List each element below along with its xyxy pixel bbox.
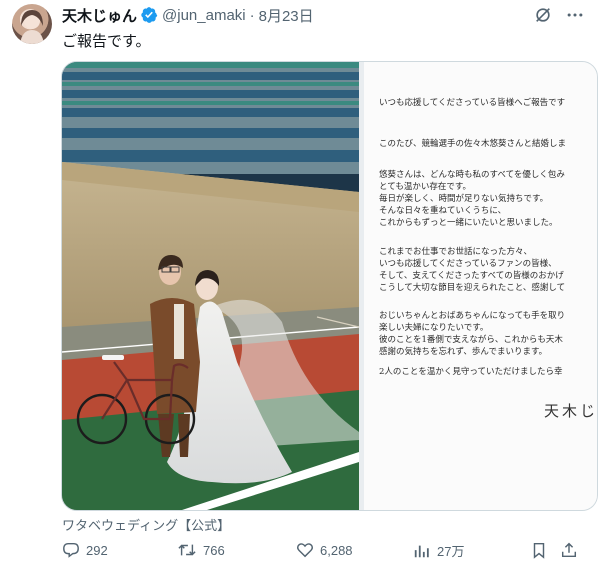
letter-line: こうして大切な節目を迎えられたこと、感謝して	[379, 283, 566, 293]
verified-badge-icon	[141, 7, 158, 23]
repost-count: 766	[203, 542, 225, 558]
bookmark-icon	[533, 542, 545, 559]
letter-line: おじいちゃんとおばあちゃんになっても手を取り	[379, 311, 566, 321]
repost-button[interactable]: 766	[177, 541, 225, 559]
handle[interactable]: @jun_amaki	[162, 7, 246, 24]
letter-line: 悠葵さんは、どんな時も私のすべてを優しく包み	[379, 170, 565, 180]
letter-line: とても温かい存在です。	[379, 182, 471, 192]
grok-button[interactable]	[534, 6, 552, 24]
tweet-text: ご報告です。	[62, 33, 151, 50]
letter-line: いつも応援してくださっているファンの皆様、	[379, 259, 557, 269]
reply-icon	[63, 542, 79, 558]
letter-line: 2人のことを温かく見守っていただけましたら幸	[379, 367, 563, 377]
letter-line: そんな日々を重ねていくうちに、	[379, 206, 507, 216]
separator-dot: ·	[249, 6, 255, 24]
grok-icon	[536, 8, 550, 22]
tweet-date[interactable]: 8月23日	[259, 5, 314, 26]
repost-icon	[178, 544, 196, 556]
letter-line: 感謝の気持ちを忘れず、歩んでまいります。	[379, 347, 548, 357]
display-name[interactable]: 天木じゅん	[62, 5, 137, 26]
like-count: 6,288	[320, 542, 353, 558]
letter-line: そして、支えてくださったすべての皆様のおかげ	[379, 271, 564, 281]
share-button[interactable]	[560, 541, 584, 559]
letter-line: これからもずっと一緒にいたいと思いました。	[379, 218, 558, 228]
views-button[interactable]: 27万	[413, 541, 464, 560]
letter-line: これまでお仕事でお世話になった方々、	[379, 247, 533, 257]
announcement-letter-image[interactable]: いつも応援してくださっている皆様へご報告です このたび、競輪選手の佐々木悠葵さん…	[364, 62, 597, 510]
tweet-header: 天木じゅん @jun_amaki · 8月23日	[62, 5, 314, 25]
tweet-top-actions	[534, 6, 584, 24]
bookmark-button[interactable]	[530, 541, 554, 559]
letter-line: いつも応援してくださっている皆様へご報告です	[379, 98, 566, 108]
letter-line: 彼のことを1番側で支えながら、これからも天木	[379, 335, 563, 345]
reply-button[interactable]: 292	[62, 541, 108, 559]
wedding-photo[interactable]	[62, 62, 359, 510]
letter-signature: 天木じ	[544, 402, 598, 420]
letter-line: このたび、競輪選手の佐々木悠葵さんと結婚しま	[379, 139, 567, 149]
reply-count: 292	[86, 542, 108, 558]
letter-line: 毎日が楽しく、時間が足りない気持ちです。	[379, 194, 549, 204]
tweet-actions: 292 766 6,288 27万	[62, 541, 582, 561]
view-count: 27万	[437, 544, 465, 559]
more-icon	[567, 13, 583, 17]
analytics-icon	[414, 545, 429, 557]
heart-icon	[297, 543, 313, 558]
like-button[interactable]: 6,288	[296, 541, 353, 559]
media-credit[interactable]: ワタベウェディング【公式】	[62, 515, 230, 534]
avatar[interactable]	[12, 4, 52, 44]
share-icon	[561, 542, 577, 558]
more-options-button[interactable]	[566, 6, 584, 24]
media-container: いつも応援してくださっている皆様へご報告です このたび、競輪選手の佐々木悠葵さん…	[61, 61, 598, 511]
letter-line: 楽しい夫婦になりたいです。	[379, 323, 489, 333]
